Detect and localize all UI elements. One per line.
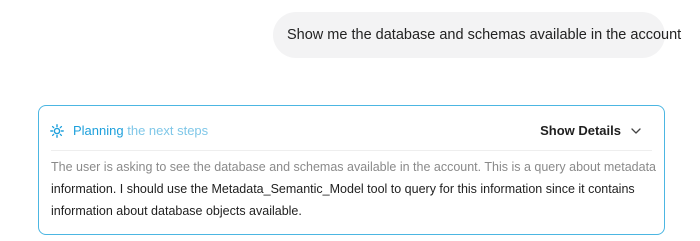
body-line: information. I should use the Metadata_S… xyxy=(51,182,635,196)
sparkle-icon xyxy=(50,124,64,138)
planning-card-header: Planning the next steps Show Details xyxy=(39,106,664,154)
chat-page: Show me the database and schemas availab… xyxy=(0,0,700,241)
planning-title-rest: the next steps xyxy=(123,123,209,138)
header-divider xyxy=(51,150,652,151)
planning-card: Planning the next steps Show Details The… xyxy=(38,105,665,235)
show-details-button[interactable]: Show Details xyxy=(540,123,642,138)
planning-title-main: Planning xyxy=(73,123,124,138)
show-details-label: Show Details xyxy=(540,123,621,138)
body-line: information about database objects avail… xyxy=(51,204,302,218)
body-line: The user is asking to see the database a… xyxy=(51,160,656,174)
planning-title: Planning the next steps xyxy=(73,123,208,138)
user-message-bubble: Show me the database and schemas availab… xyxy=(273,12,681,58)
planning-card-body: The user is asking to see the database a… xyxy=(51,156,656,222)
user-message-text: Show me the database and schemas availab… xyxy=(287,27,682,43)
chevron-down-icon xyxy=(631,127,641,134)
